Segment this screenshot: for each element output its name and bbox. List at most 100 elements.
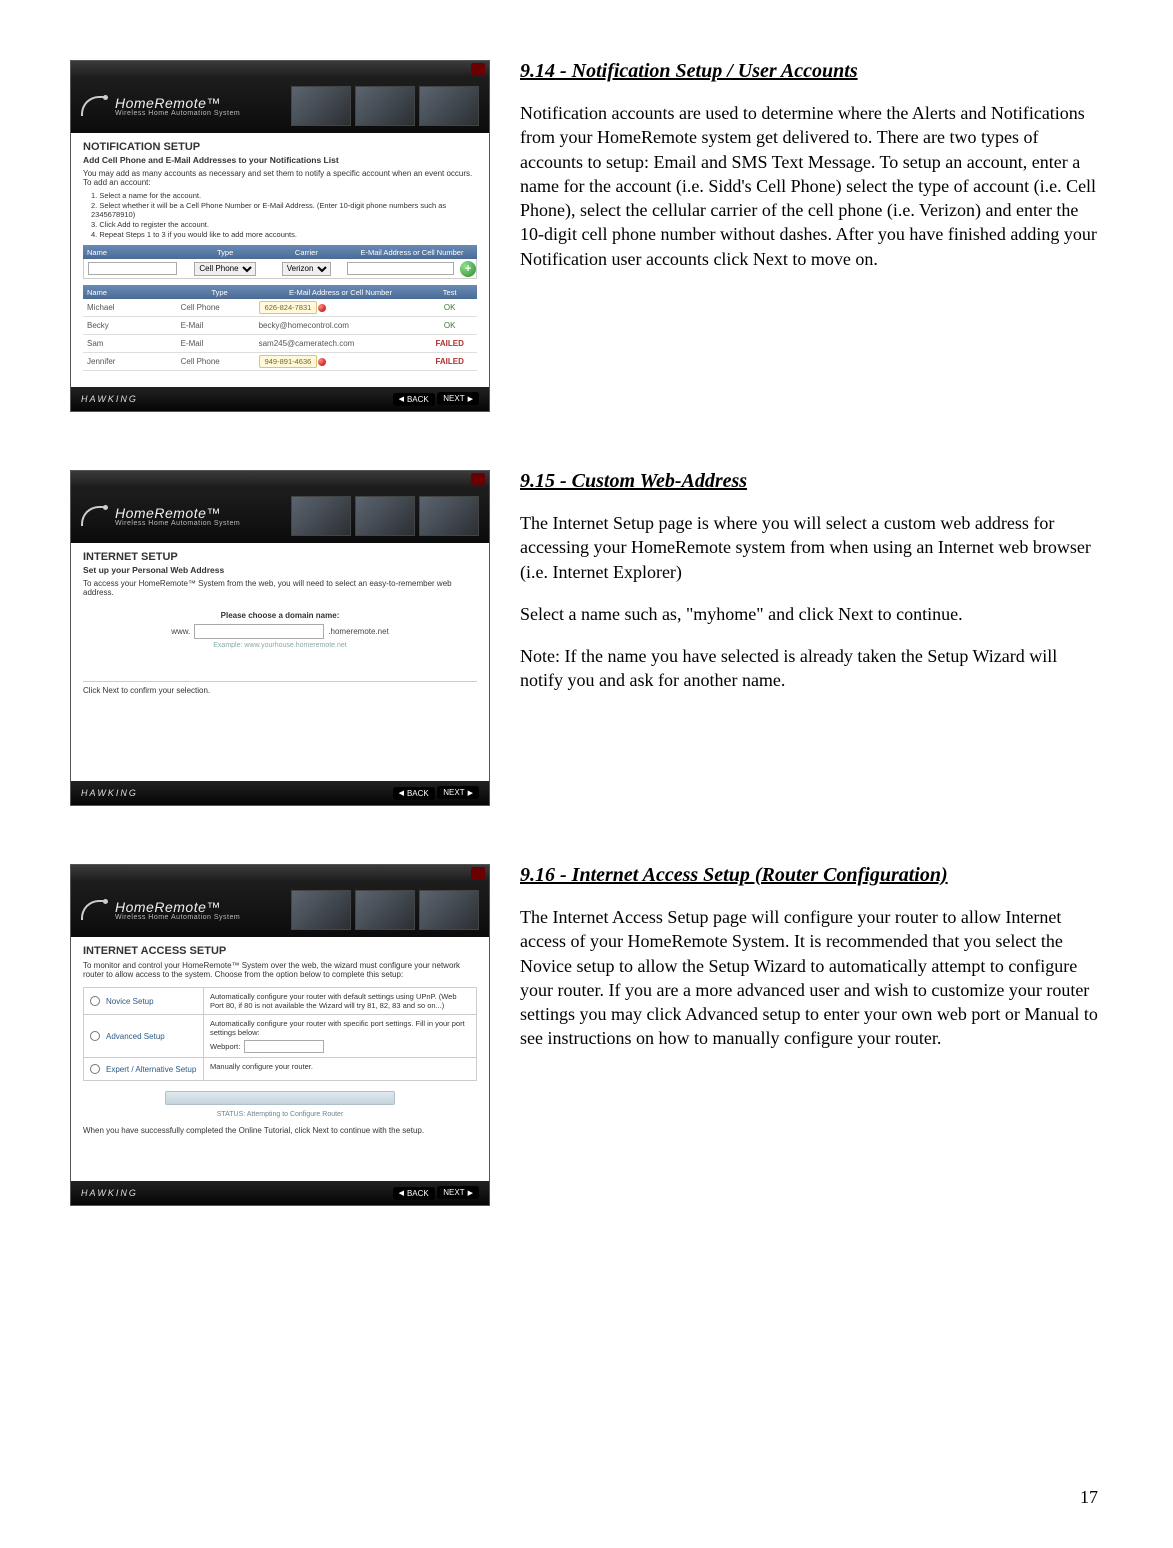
cell-name: Becky	[83, 321, 181, 330]
cell-address[interactable]: 949-891-4636	[259, 355, 318, 368]
close-icon[interactable]	[471, 867, 485, 879]
footer-brand: HAWKING	[81, 394, 138, 404]
status-progress-bar	[165, 1091, 395, 1105]
section-title-916: 9.16 - Internet Access Setup (Router Con…	[520, 864, 1103, 887]
table-row: Sam E-Mail sam245@cameratech.com FAILED	[83, 335, 477, 353]
footer-brand: HAWKING	[81, 788, 138, 798]
radio-icon[interactable]	[90, 996, 100, 1006]
domain-input[interactable]	[194, 624, 324, 639]
carrier-select[interactable]: Verizon	[282, 262, 331, 276]
account-address-input[interactable]	[347, 262, 455, 275]
intro-text: To access your HomeRemote™ System from t…	[83, 579, 477, 597]
cell-status: FAILED	[422, 339, 477, 348]
back-button[interactable]: BACK	[393, 1187, 435, 1200]
panel-heading: NOTIFICATION SETUP	[83, 141, 477, 153]
header-name: Name	[83, 248, 185, 257]
close-icon[interactable]	[471, 63, 485, 75]
cell-type: Cell Phone	[181, 357, 259, 366]
domain-suffix: .homeremote.net	[328, 627, 388, 636]
status-label: STATUS: Attempting to Configure Router	[83, 1111, 477, 1118]
cell-status: FAILED	[422, 357, 477, 366]
add-account-button[interactable]: +	[460, 261, 476, 277]
add-header-row: Name Type Carrier E-Mail Address or Cell…	[83, 245, 477, 259]
option-desc: Automatically configure your router with…	[204, 988, 476, 1014]
panel-subheading: Add Cell Phone and E-Mail Addresses to y…	[83, 155, 477, 165]
cell-type: E-Mail	[181, 321, 259, 330]
back-button[interactable]: BACK	[393, 787, 435, 800]
window-titlebar	[71, 61, 489, 79]
cell-name: Sam	[83, 339, 181, 348]
radio-icon[interactable]	[90, 1031, 100, 1041]
close-icon[interactable]	[471, 473, 485, 485]
table-row: Jennifer Cell Phone 949-891-4636 FAILED	[83, 353, 477, 371]
wizard-footer: HAWKING BACK NEXT	[71, 1181, 489, 1205]
section-title-915: 9.15 - Custom Web-Address	[520, 470, 1103, 493]
cell-type: E-Mail	[181, 339, 259, 348]
option-label: Advanced Setup	[106, 1032, 165, 1041]
option-label: Novice Setup	[106, 997, 154, 1006]
footer-brand: HAWKING	[81, 1188, 138, 1198]
brand-arc-icon	[81, 506, 105, 526]
hero-thumbs	[291, 496, 479, 536]
screenshot-internet-access-setup: HomeRemote™ Wireless Home Automation Sys…	[70, 864, 490, 1206]
brand-label: HomeRemote™ Wireless Home Automation Sys…	[115, 900, 240, 921]
list-header-type: Type	[181, 288, 259, 297]
screenshot-notification-setup: HomeRemote™ Wireless Home Automation Sys…	[70, 60, 490, 412]
brand-label: HomeRemote™ Wireless Home Automation Sys…	[115, 506, 240, 527]
list-header-address: E-Mail Address or Cell Number	[259, 288, 423, 297]
cell-type: Cell Phone	[181, 303, 259, 312]
domain-label: Please choose a domain name:	[83, 611, 477, 620]
cell-address[interactable]: 626-824-7831	[259, 301, 318, 314]
option-advanced[interactable]: Advanced Setup Automatically configure y…	[84, 1015, 476, 1058]
next-button[interactable]: NEXT	[437, 392, 479, 405]
www-prefix: www.	[171, 627, 190, 636]
cell-status: OK	[422, 303, 477, 312]
setup-options-table: Novice Setup Automatically configure you…	[83, 987, 477, 1081]
section-body-915b: Select a name such as, "myhome" and clic…	[520, 602, 1103, 626]
panel-heading: INTERNET ACCESS SETUP	[83, 945, 477, 957]
section-body-915c: Note: If the name you have selected is a…	[520, 644, 1103, 693]
cell-name: Michael	[83, 303, 181, 312]
header-address: E-Mail Address or Cell Number	[347, 248, 477, 257]
intro-text: You may add as many accounts as necessar…	[83, 169, 477, 187]
next-button[interactable]: NEXT	[437, 786, 479, 799]
option-novice[interactable]: Novice Setup Automatically configure you…	[84, 988, 476, 1015]
account-type-select[interactable]: Cell Phone	[194, 262, 256, 276]
webport-input[interactable]	[244, 1040, 324, 1053]
option-label: Expert / Alternative Setup	[106, 1065, 196, 1074]
account-name-input[interactable]	[88, 262, 177, 275]
panel-heading: INTERNET SETUP	[83, 551, 477, 563]
screenshot-internet-setup: HomeRemote™ Wireless Home Automation Sys…	[70, 470, 490, 806]
list-header-test: Test	[422, 288, 477, 297]
add-account-row: Cell Phone Verizon +	[83, 259, 477, 279]
webport-label: Webport:	[210, 1042, 240, 1051]
radio-icon[interactable]	[90, 1064, 100, 1074]
table-row: Becky E-Mail becky@homecontrol.com OK	[83, 317, 477, 335]
option-desc: Manually configure your router.	[204, 1058, 476, 1080]
table-row: Michael Cell Phone 626-824-7831 OK	[83, 299, 477, 317]
window-titlebar	[71, 865, 489, 883]
hero-thumbs	[291, 890, 479, 930]
cell-address: sam245@cameratech.com	[259, 339, 423, 348]
app-banner: HomeRemote™ Wireless Home Automation Sys…	[71, 489, 489, 543]
wizard-footer: HAWKING BACK NEXT	[71, 387, 489, 411]
section-body-915a: The Internet Setup page is where you wil…	[520, 511, 1103, 584]
section-body-916: The Internet Access Setup page will conf…	[520, 905, 1103, 1051]
option-desc: Automatically configure your router with…	[210, 1019, 470, 1037]
header-carrier: Carrier	[266, 248, 347, 257]
back-button[interactable]: BACK	[393, 393, 435, 406]
domain-row: www. .homeremote.net	[83, 624, 477, 639]
app-banner: HomeRemote™ Wireless Home Automation Sys…	[71, 883, 489, 937]
domain-example: Example: www.yourhouse.homeremote.net	[83, 642, 477, 649]
next-button[interactable]: NEXT	[437, 1186, 479, 1199]
step-line: 1. Select a name for the account.	[91, 191, 477, 200]
steps-list: 1. Select a name for the account. 2. Sel…	[91, 191, 477, 239]
app-banner: HomeRemote™ Wireless Home Automation Sys…	[71, 79, 489, 133]
option-expert[interactable]: Expert / Alternative Setup Manually conf…	[84, 1058, 476, 1080]
window-titlebar	[71, 471, 489, 489]
page-number: 17	[1080, 1487, 1098, 1508]
section-body-914: Notification accounts are used to determ…	[520, 101, 1103, 271]
cell-status: OK	[422, 321, 477, 330]
confirm-line: Click Next to confirm your selection.	[83, 681, 477, 695]
panel-subheading: Set up your Personal Web Address	[83, 565, 477, 575]
